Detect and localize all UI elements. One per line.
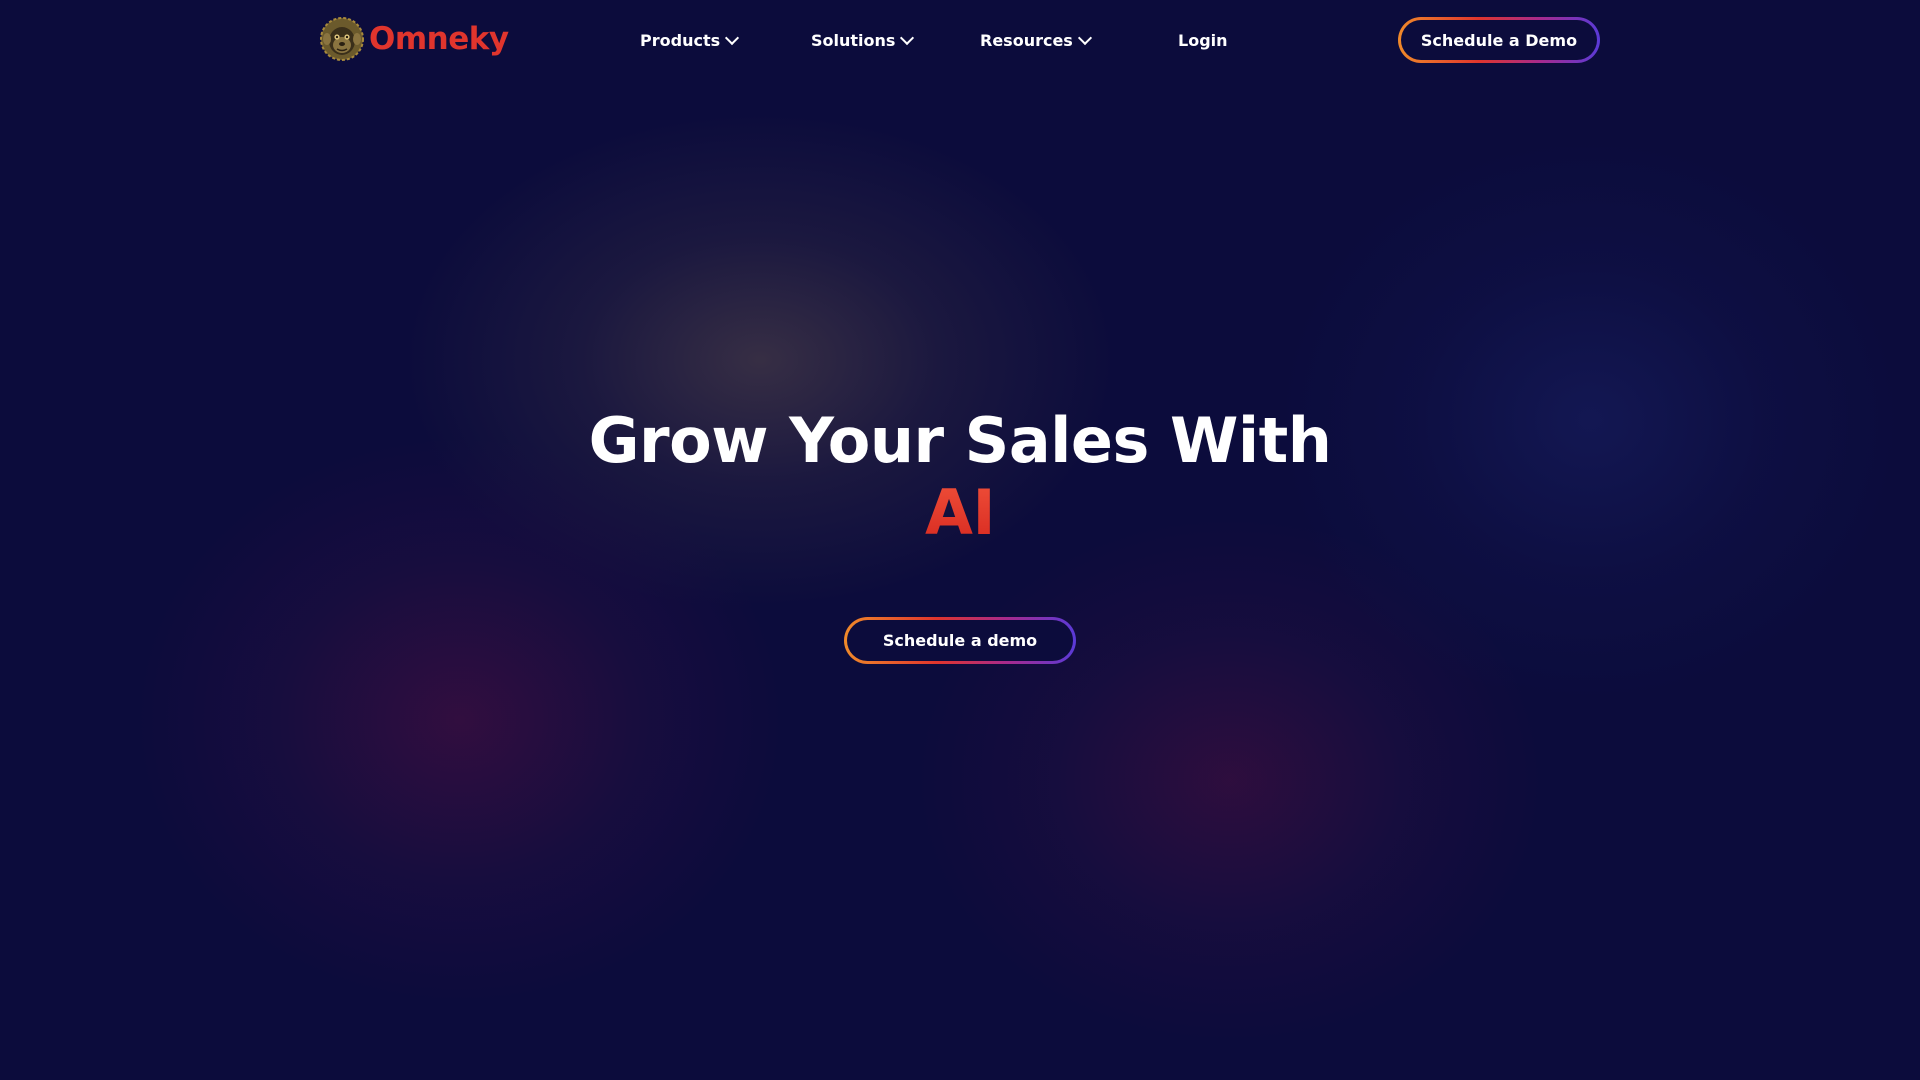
nav-products-label: Products — [640, 30, 721, 50]
chevron-down-icon — [1077, 30, 1092, 46]
nav-login[interactable]: Login — [1178, 28, 1228, 52]
nav-resources[interactable]: Resources — [980, 28, 1092, 52]
site-header: Omneky Products Solutions Resources Logi… — [0, 0, 1920, 80]
schedule-demo-header-label: Schedule a Demo — [1420, 30, 1578, 50]
nav-solutions-label: Solutions — [811, 30, 896, 50]
hero-title: Grow Your Sales With AI — [560, 405, 1360, 549]
nav-solutions[interactable]: Solutions — [811, 28, 915, 52]
chevron-down-icon — [725, 30, 740, 46]
nav-products[interactable]: Products — [640, 28, 740, 52]
background-glow-purple-right — [920, 520, 1540, 1040]
hero-title-line: Grow Your Sales With — [588, 404, 1332, 477]
background-glow-blue-right — [1280, 140, 1900, 700]
logo-link[interactable]: Omneky — [319, 16, 509, 62]
monkey-head-icon — [320, 17, 364, 61]
chevron-down-icon — [900, 30, 915, 46]
nav-login-label: Login — [1178, 30, 1228, 50]
brand-name: Omneky — [369, 21, 509, 57]
schedule-demo-header-button[interactable]: Schedule a Demo — [1398, 17, 1600, 63]
schedule-demo-hero-button[interactable]: Schedule a demo — [844, 617, 1076, 664]
hero-title-accent: AI — [924, 476, 996, 549]
schedule-demo-hero-label: Schedule a demo — [882, 631, 1038, 650]
page: Omneky Products Solutions Resources Logi… — [0, 0, 1920, 1080]
nav-resources-label: Resources — [980, 30, 1073, 50]
